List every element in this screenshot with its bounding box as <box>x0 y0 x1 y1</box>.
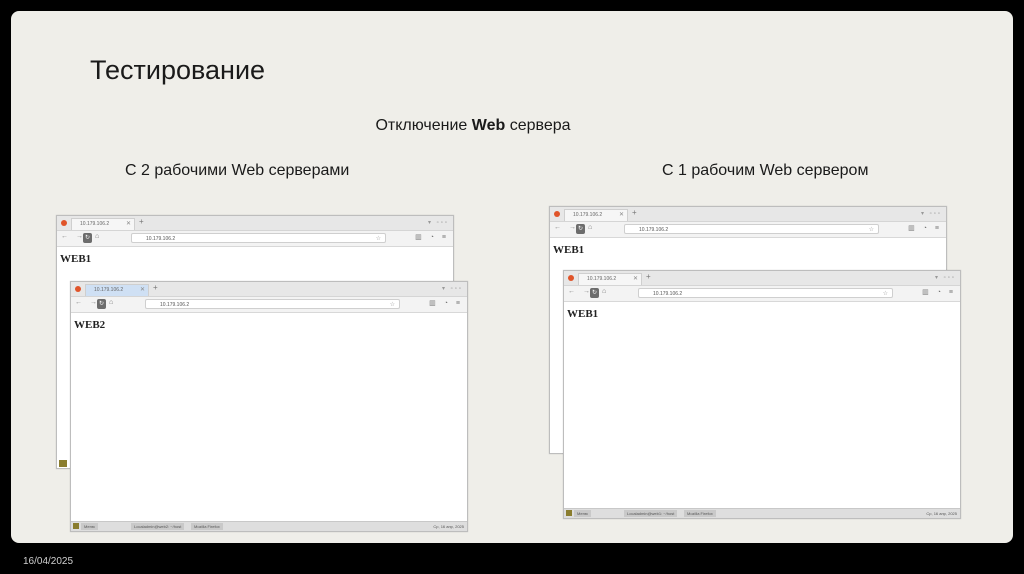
footer-date: 16/04/2025 <box>23 556 74 567</box>
new-tab-icon[interactable]: + <box>646 272 651 281</box>
nav-bar: ← → ↻ ⌂ 10.179.106.2 ☆ ▥ ◔ ≡ <box>550 222 946 238</box>
browser-tab[interactable]: 10.179.106.2 ✕ <box>564 209 628 221</box>
reload-icon[interactable]: ↻ <box>83 233 92 243</box>
window-controls[interactable]: ▾ ▫▫▫ <box>921 210 942 217</box>
firefox-icon <box>554 211 560 217</box>
taskbar-item-terminal[interactable]: Localadmin@web2: ~/host <box>131 523 185 530</box>
nav-bar: ← → ↻ ⌂ 10.179.106.2 ☆ ▥ ◔ ≡ <box>71 297 467 313</box>
browser-tab[interactable]: 10.179.106.2 ✕ <box>85 284 149 296</box>
url-text: 10.179.106.2 <box>639 227 669 233</box>
firefox-icon <box>568 275 574 281</box>
url-bar[interactable]: 10.179.106.2 ☆ <box>638 288 893 298</box>
url-text: 10.179.106.2 <box>653 291 683 297</box>
home-icon[interactable]: ⌂ <box>95 233 99 240</box>
caption-right: С 1 рабочим Web сервером <box>662 162 869 179</box>
url-bar[interactable]: 10.179.106.2 ☆ <box>131 233 386 243</box>
close-icon[interactable]: ✕ <box>126 219 131 230</box>
nav-bar: ← → ↻ ⌂ 10.179.106.2 ☆ ▥ ◔ ≡ <box>564 286 960 302</box>
star-icon[interactable]: ☆ <box>883 289 888 299</box>
page-heading: WEB1 <box>553 244 585 256</box>
subtitle-bold: Web <box>471 117 506 134</box>
tab-bar: 10.179.106.2 ✕ + ▾ ▫▫▫ <box>564 271 960 286</box>
reload-icon[interactable]: ↻ <box>576 224 585 234</box>
subtitle-suffix: сервера <box>505 117 571 134</box>
close-icon[interactable]: ✕ <box>633 274 638 285</box>
close-icon[interactable]: ✕ <box>140 285 145 296</box>
menu-icon[interactable] <box>566 510 572 516</box>
nav-bar: ← → ↻ ⌂ 10.179.106.2 ☆ ▥ ◔ ≡ <box>57 231 453 247</box>
url-text: 10.179.106.2 <box>160 302 190 308</box>
menu-icon[interactable] <box>73 523 79 529</box>
window-controls[interactable]: ▾ ▫▫▫ <box>428 219 449 226</box>
reload-icon[interactable]: ↻ <box>97 299 106 309</box>
reload-icon[interactable]: ↻ <box>590 288 599 298</box>
home-icon[interactable]: ⌂ <box>109 299 113 306</box>
toolbar-icons[interactable]: ▥ ◔ ≡ <box>415 233 449 241</box>
browser-tab[interactable]: 10.179.106.2 ✕ <box>578 273 642 285</box>
new-tab-icon[interactable]: + <box>139 217 144 226</box>
tab-label: 10.179.106.2 <box>587 276 617 282</box>
taskbar-start-icon[interactable] <box>59 460 67 467</box>
star-icon[interactable]: ☆ <box>376 234 381 244</box>
browser-window-left-front: 10.179.106.2 ✕ + ▾ ▫▫▫ ← → ↻ ⌂ 10.179.106… <box>70 281 468 532</box>
window-controls[interactable]: ▾ ▫▫▫ <box>442 285 463 292</box>
url-bar[interactable]: 10.179.106.2 ☆ <box>624 224 879 234</box>
home-icon[interactable]: ⌂ <box>602 288 606 295</box>
page-heading: WEB1 <box>60 253 92 265</box>
page-heading: WEB2 <box>74 319 106 331</box>
tab-label: 10.179.106.2 <box>94 287 124 293</box>
taskbar-item-menu[interactable]: Меню <box>574 510 591 517</box>
tab-bar: 10.179.106.2 ✕ + ▾ ▫▫▫ <box>550 207 946 222</box>
taskbar-item-firefox[interactable]: Mozilla Firefox <box>191 523 223 530</box>
tab-label: 10.179.106.2 <box>80 221 110 227</box>
firefox-icon <box>75 286 81 292</box>
star-icon[interactable]: ☆ <box>390 300 395 310</box>
taskbar: Меню Localadmin@web2: ~/host Mozilla Fir… <box>71 521 467 531</box>
tab-bar: 10.179.106.2 ✕ + ▾ ▫▫▫ <box>57 216 453 231</box>
toolbar-icons[interactable]: ▥ ◔ ≡ <box>429 299 463 307</box>
slide: Тестирование Отключение Web сервера С 2 … <box>11 11 1013 543</box>
taskbar-item-terminal[interactable]: Localadmin@web1: ~/host <box>624 510 678 517</box>
close-icon[interactable]: ✕ <box>619 210 624 221</box>
window-controls[interactable]: ▾ ▫▫▫ <box>935 274 956 281</box>
star-icon[interactable]: ☆ <box>869 225 874 235</box>
home-icon[interactable]: ⌂ <box>588 224 592 231</box>
tab-label: 10.179.106.2 <box>573 212 603 218</box>
taskbar-clock: Ср, 16 апр, 2025 <box>926 511 957 516</box>
url-text: 10.179.106.2 <box>146 236 176 242</box>
url-bar[interactable]: 10.179.106.2 ☆ <box>145 299 400 309</box>
new-tab-icon[interactable]: + <box>632 208 637 217</box>
taskbar-item-firefox[interactable]: Mozilla Firefox <box>684 510 716 517</box>
toolbar-icons[interactable]: ▥ ◔ ≡ <box>922 288 956 296</box>
subtitle-prefix: Отключение <box>375 117 472 134</box>
taskbar: Меню Localadmin@web1: ~/host Mozilla Fir… <box>564 508 960 518</box>
browser-window-right-front: 10.179.106.2 ✕ + ▾ ▫▫▫ ← → ↻ ⌂ 10.179.106… <box>563 270 961 519</box>
firefox-icon <box>61 220 67 226</box>
page-heading: WEB1 <box>567 308 599 320</box>
slide-title: Тестирование <box>90 55 266 85</box>
taskbar-item-menu[interactable]: Меню <box>81 523 98 530</box>
caption-left: С 2 рабочими Web серверами <box>125 162 350 179</box>
tab-bar: 10.179.106.2 ✕ + ▾ ▫▫▫ <box>71 282 467 297</box>
slide-subtitle: Отключение Web сервера <box>11 117 935 135</box>
taskbar-clock: Ср, 16 апр, 2025 <box>433 524 464 529</box>
new-tab-icon[interactable]: + <box>153 283 158 292</box>
browser-tab[interactable]: 10.179.106.2 ✕ <box>71 218 135 230</box>
toolbar-icons[interactable]: ▥ ◔ ≡ <box>908 224 942 232</box>
